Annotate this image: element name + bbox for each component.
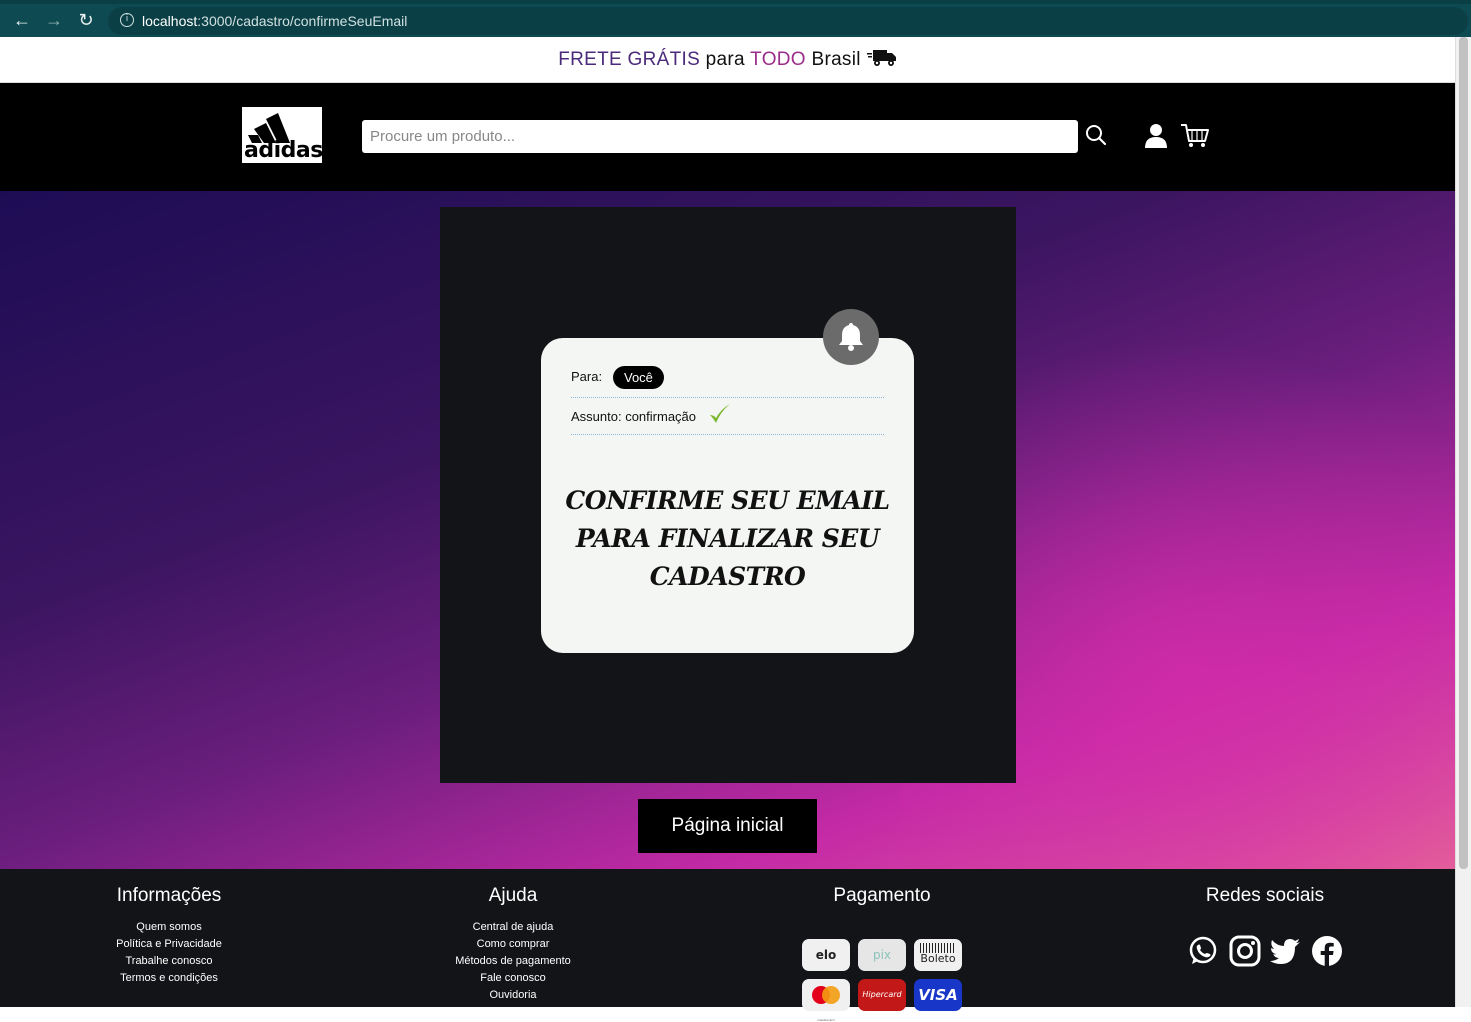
hipercard-label: Hipercard [862,990,902,999]
recipient-chip: Você [613,366,664,389]
footer-info-column: Informações Quem somos Política e Privac… [69,885,269,987]
footer-link-contact[interactable]: Fale conosco [413,970,613,987]
instagram-icon[interactable] [1229,935,1261,967]
footer-link-help-center[interactable]: Central de ajuda [413,919,613,936]
footer-link-ombudsman[interactable]: Ouvidoria [413,987,613,1004]
bell-icon [839,323,863,351]
scrollbar-thumb[interactable] [1459,37,1468,869]
promo-free-shipping: FRETE GRÁTIS [558,49,701,70]
search-input[interactable] [362,120,1078,153]
truck-icon [866,50,896,66]
visa-label: VISA [918,986,958,1004]
mastercard-icon: mastercard [802,979,850,1022]
footer-help-column: Ajuda Central de ajuda Como comprar Méto… [413,885,613,1004]
footer-link-how-to-buy[interactable]: Como comprar [413,936,613,953]
footer-payment-heading: Pagamento [833,885,931,906]
forward-arrow-icon[interactable]: → [44,10,64,30]
email-card: Para: Você Assunto: confirmação CONFIRME… [541,309,914,653]
url-host: localhost [142,13,198,29]
promo-todo: TODO [750,49,806,70]
promo-text: FRETE GRÁTIS para TODO Brasil [558,48,897,71]
home-page-button[interactable]: Página inicial [638,799,817,853]
promo-brasil: Brasil [805,49,861,70]
back-arrow-icon[interactable]: ← [12,10,32,30]
info-icon[interactable]: i [120,13,134,27]
checkmark-icon [710,404,730,423]
whatsapp-icon[interactable] [1187,935,1219,967]
to-label: Para: [571,369,603,384]
reload-icon[interactable]: ↻ [76,10,96,30]
cart-icon[interactable] [1180,123,1210,149]
mastercard-orange-circle [822,986,840,1004]
pix-label: pix [872,948,892,962]
browser-toolbar: ← → ↻ i localhost:3000/cadastro/confirme… [0,0,1471,37]
promo-bar: FRETE GRÁTIS para TODO Brasil [0,37,1455,83]
footer-link-about[interactable]: Quem somos [69,919,269,936]
elo-label: elo [815,948,837,962]
pix-icon: pix [858,939,906,971]
twitter-icon[interactable] [1270,935,1302,967]
footer-link-payment-methods[interactable]: Métodos de pagamento [413,953,613,970]
confirmation-message: CONFIRME SEU EMAIL PARA FINALIZAR SEU CA… [565,486,890,591]
site-header: adidas [0,83,1455,191]
scrollbar[interactable] [1455,37,1471,1007]
footer-help-heading: Ajuda [488,885,538,906]
social-links [1187,935,1347,969]
boleto-icon: Boleto [914,939,962,971]
footer-payment-column: Pagamento elo pix Boleto mastercard Hipe… [782,885,982,1022]
hipercard-icon: Hipercard [858,979,906,1011]
boleto-label: Boleto [920,952,956,965]
footer-link-terms[interactable]: Termos e condições [69,970,269,987]
confirmation-panel: Para: Você Assunto: confirmação CONFIRME… [440,207,1016,783]
footer-info-links: Quem somos Política e Privacidade Trabal… [69,919,269,987]
url-path: :3000/cadastro/confirmeSeuEmail [197,13,408,29]
footer-social-column: Redes sociais [1165,885,1365,967]
footer-link-privacy[interactable]: Política e Privacidade [69,936,269,953]
elo-card-icon: elo [802,939,850,971]
divider [571,434,884,435]
main-content: Para: Você Assunto: confirmação CONFIRME… [0,191,1455,869]
subject-label: Assunto: confirmação [571,409,697,424]
facebook-icon[interactable] [1311,935,1343,967]
notification-badge [823,309,879,365]
user-icon[interactable] [1144,123,1168,149]
address-bar[interactable]: i localhost:3000/cadastro/confirmeSeuEma… [108,7,1468,35]
search-icon[interactable] [1085,124,1107,146]
footer-social-heading: Redes sociais [1205,885,1325,906]
adidas-logo[interactable]: adidas [242,107,323,163]
site-footer: Informações Quem somos Política e Privac… [0,869,1455,1022]
barcode-icon [920,943,956,953]
promo-para: para [700,49,751,70]
footer-link-careers[interactable]: Trabalhe conosco [69,953,269,970]
visa-icon: VISA [914,979,962,1011]
footer-info-heading: Informações [116,885,222,906]
footer-help-links: Central de ajuda Como comprar Métodos de… [413,919,613,1004]
mastercard-label: mastercard [817,1018,835,1022]
logo-text: adidas [244,138,323,163]
divider [571,397,884,398]
url-text: localhost:3000/cadastro/confirmeSeuEmail [142,13,407,29]
